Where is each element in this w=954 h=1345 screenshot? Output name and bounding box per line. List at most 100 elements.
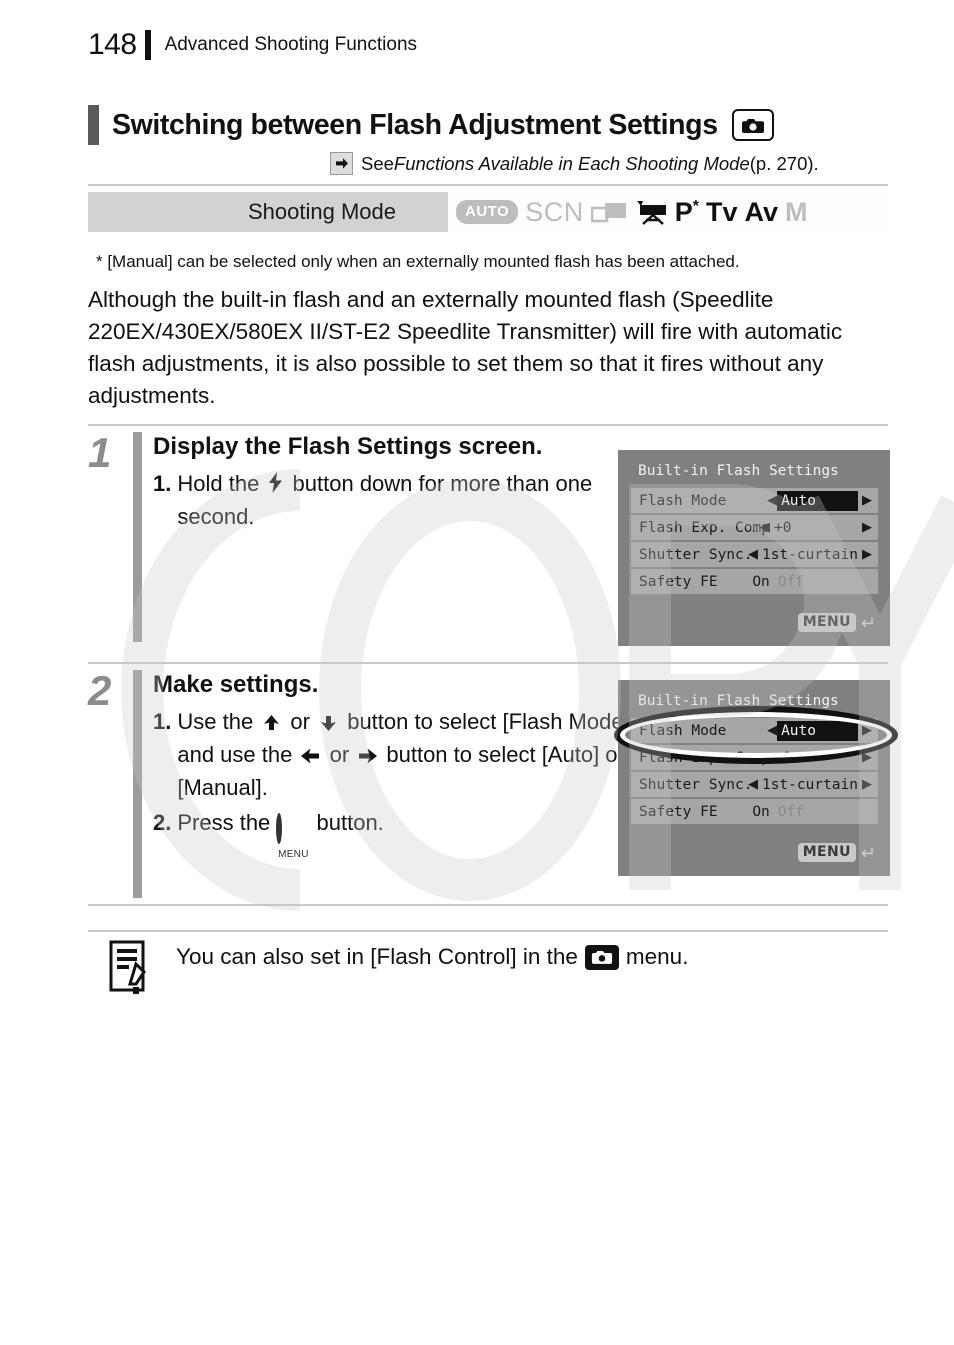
lcd-row-label: Safety FE [639,573,718,590]
lcd-row-label: Shutter Sync. [639,546,753,563]
av-mode-icon: Av [744,196,779,227]
divider-above-note-top [88,904,888,906]
lcd-row-value-area: On Off [748,569,808,594]
substep-marker: 1. [153,709,172,734]
stitch-assist-icon [590,199,627,225]
caret-right-icon[interactable]: ▶ [862,751,872,764]
lcd-row-label: Flash Mode [639,492,727,509]
divider-above-step-2 [88,662,888,664]
camera-icon [731,109,774,141]
lcd-toggle-off[interactable]: Off [774,804,808,820]
lcd-row-flash-mode[interactable]: Flash Mode ◀ Auto ▶ [631,718,878,743]
lcd-row-shutter-sync[interactable]: Shutter Sync. ◀ 1st-curtain ▶ [631,542,878,567]
step-1-number: 1 [88,429,112,476]
step-1-heading: Display the Flash Settings screen. [153,433,543,460]
see-also-page: (p. 270). [749,152,819,174]
camera-menu-icon [584,944,619,970]
see-also-prefix: See [361,152,394,174]
caret-left-icon[interactable]: ◀ [760,521,770,534]
menu-button-caption: MENU [278,849,309,860]
lcd-toggle-on[interactable]: On [748,804,773,820]
m-mode-icon: M [785,196,808,227]
step-1-substeps: 1. Hold the button down for more than on… [153,468,653,532]
lcd-row-value-area: ◀ 1st-curtain ▶ [748,542,878,567]
caret-left-icon[interactable]: ◀ [748,548,758,561]
caret-right-icon[interactable]: ▶ [862,521,872,534]
lcd-menu-badge: MENU [797,843,856,862]
lcd-title: Built-in Flash Settings [638,693,839,709]
caret-left-icon[interactable]: ◀ [767,724,777,737]
divider-above-step-1 [88,424,888,426]
page-number: 148 [88,28,137,61]
see-also-reference[interactable]: See Functions Available in Each Shooting… [330,152,890,175]
lcd-row-label: Flash Mode [639,722,727,739]
lcd-row-flash-mode[interactable]: Flash Mode ◀ Auto ▶ [631,488,878,513]
section-accent-bar [88,105,99,145]
lcd-row-value-area: On Off [748,799,808,824]
step-2-heading: Make settings. [153,671,319,698]
substep-text: Use the or button to select [Flash Mode]… [177,708,630,800]
step-2-number: 2 [88,667,112,714]
lcd-row-label: Safety FE [639,803,718,820]
mode-footnote: * [Manual] can be selected only when an … [96,252,740,271]
lcd-toggle-off[interactable]: Off [774,574,808,590]
lcd-row-value: Auto [777,720,858,741]
lcd-row-value-area: ◀ 1st-curtain ▶ [748,772,878,797]
step-2-substep-2: 2. Press the MENU button. [153,807,653,860]
lcd-row-flash-exp-comp[interactable]: Flash Exp. Comp ◀ +0 ▶ [631,745,878,770]
step-2-accent-bar [133,670,142,898]
caret-left-icon[interactable]: ◀ [760,751,770,764]
caret-right-icon[interactable]: ▶ [862,724,872,737]
intro-paragraph: Although the built-in flash and an exter… [88,287,843,408]
lcd-row-label: Shutter Sync. [639,776,753,793]
auto-mode-icon: AUTO [456,200,519,224]
lcd-row-value-area: ◀ Auto ▶ [767,718,878,743]
lcd-row-shutter-sync[interactable]: Shutter Sync. ◀ 1st-curtain ▶ [631,772,878,797]
lcd-row-safety-fe[interactable]: Safety FE On Off [631,799,878,824]
lcd-row-value: +0 [774,749,792,766]
shooting-mode-icons: AUTO SCN P* Tv Av M [448,192,888,232]
section-title: Switching between Flash Adjustment Setti… [112,108,718,141]
flash-icon [268,470,283,501]
return-arrow-icon: ↵ [860,842,876,863]
see-also-title: Functions Available in Each Shooting Mod… [393,152,750,174]
lcd-screen-step-2: Built-in Flash Settings Flash Mode ◀ Aut… [614,680,898,876]
step-1-accent-bar [133,432,142,642]
section-title-row: Switching between Flash Adjustment Setti… [88,104,888,146]
caret-right-icon[interactable]: ▶ [862,494,872,507]
left-arrow-icon [301,741,320,772]
step-1-body: Display the Flash Settings screen. 1. Ho… [153,432,653,532]
caret-right-icon[interactable]: ▶ [862,548,872,561]
scn-mode-icon: SCN [525,196,584,227]
chapter-title: Advanced Shooting Functions [164,34,418,55]
shooting-mode-bar: Shooting Mode AUTO SCN P* Tv Av M [88,192,888,232]
step-2-substeps: 1. Use the or button to select [Flash Mo… [153,706,653,860]
lcd-row-label: Flash Exp. Comp [639,749,770,766]
note-block: You can also set in [Flash Control] in t… [108,940,888,996]
shooting-mode-label: Shooting Mode [248,199,396,224]
caret-right-icon[interactable]: ▶ [862,778,872,791]
step-2-substep-1: 1. Use the or button to select [Flash Mo… [153,706,653,803]
manual-page: 148 Advanced Shooting Functions Switchin… [0,0,954,1345]
step-1-substep-1: 1. Hold the button down for more than on… [153,468,653,532]
menu-button-icon: MENU [276,813,310,860]
lcd-row-value-area: ◀ +0 ▶ [760,745,878,770]
divider-above-mode-bar [88,184,888,186]
tv-mode-icon: Tv [706,196,738,227]
up-arrow-icon [262,708,281,739]
lcd-title: Built-in Flash Settings [638,463,839,479]
substep-text: Hold the button down for more than one s… [177,470,593,529]
lcd-row-value-area: ◀ +0 ▶ [760,515,878,540]
lcd-row-safety-fe[interactable]: Safety FE On Off [631,569,878,594]
caret-left-icon[interactable]: ◀ [748,778,758,791]
down-arrow-icon [319,708,338,739]
return-arrow-icon: ↵ [860,612,876,633]
lcd-row-value-area: ◀ Auto ▶ [767,488,878,513]
lcd-row-value: +0 [774,519,792,536]
page-header: 148 Advanced Shooting Functions [88,24,888,66]
lcd-row-flash-exp-comp[interactable]: Flash Exp. Comp ◀ +0 ▶ [631,515,878,540]
divider-above-note [88,930,888,932]
lcd-toggle-on[interactable]: On [748,574,773,590]
substep-marker: 2. [153,810,172,835]
caret-left-icon[interactable]: ◀ [767,494,777,507]
